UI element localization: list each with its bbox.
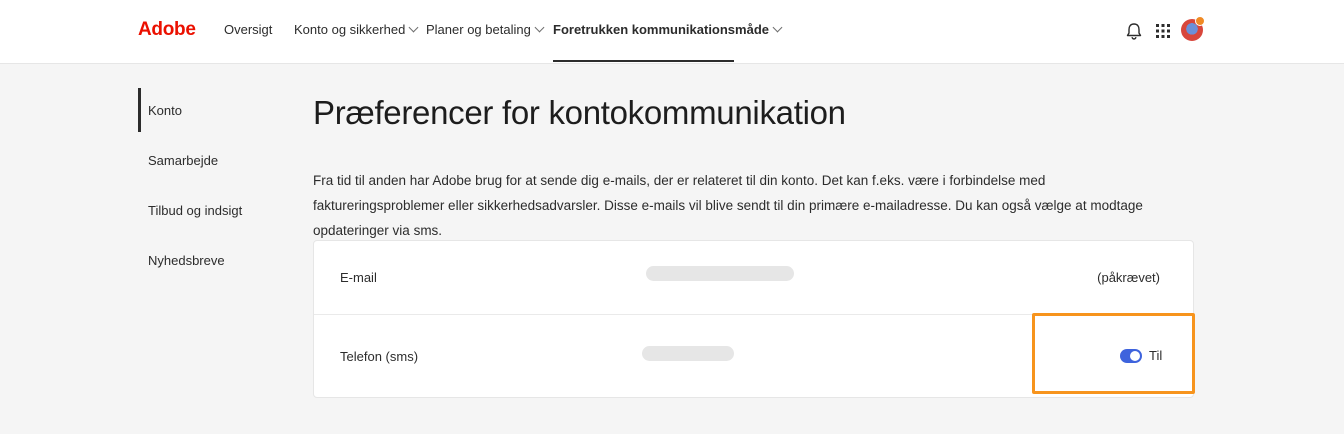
sms-toggle-switch[interactable] [1120,349,1142,363]
communication-preferences-card: E-mail (påkrævet) Telefon (sms) Til [313,240,1194,398]
required-indicator: (påkrævet) [1097,270,1160,285]
nav-oversigt[interactable]: Oversigt [224,22,272,37]
redacted-email-value [646,266,794,281]
sidebar-item-konto[interactable]: Konto [138,88,278,132]
chevron-down-icon [772,22,783,33]
phone-sms-label: Telefon (sms) [340,349,419,364]
sidebar-item-nyhedsbreve[interactable]: Nyhedsbreve [138,238,278,282]
page-title: Præferencer for kontokommunikation [313,94,846,131]
nav-foretrukken-kommunikationsmaade[interactable]: Foretrukken kommunikationsmåde [553,22,783,37]
sidebar-item-label: Nyhedsbreve [148,253,225,268]
nav-kommunikation-label: Foretrukken kommunikationsmåde [553,22,769,37]
sidebar-item-label: Konto [148,103,182,118]
email-label: E-mail [340,270,377,285]
nav-konto-og-sikkerhed[interactable]: Konto og sikkerhed [294,22,419,37]
nav-planer-og-betaling[interactable]: Planer og betaling [426,22,545,37]
notification-dot [1195,16,1205,26]
nav-konto-label: Konto og sikkerhed [294,22,406,37]
top-navigation-bar: Adobe Oversigt Konto og sikkerhed Planer… [0,0,1344,64]
adobe-logo[interactable]: Adobe [138,19,196,41]
nav-planer-label: Planer og betaling [426,22,531,37]
sidebar-item-label: Samarbejde [148,153,219,168]
sidebar-item-label: Tilbud og indsigt [148,203,243,218]
nav-oversigt-label: Oversigt [224,22,273,37]
email-row: E-mail (påkrævet) [314,241,1193,315]
page-description: Fra tid til anden har Adobe brug for at … [313,173,1143,238]
sidebar-item-samarbejde[interactable]: Samarbejde [138,138,278,182]
toggle-knob [1130,351,1140,361]
chevron-down-icon [534,22,545,33]
redacted-phone-value [642,346,734,361]
chevron-down-icon [408,22,419,33]
phone-sms-row: Telefon (sms) Til [314,315,1193,397]
bell-icon[interactable] [1123,20,1145,42]
sms-toggle-label[interactable]: Til [1149,348,1162,363]
apps-grid-icon[interactable] [1152,20,1174,42]
sidebar-item-tilbud-og-indsigt[interactable]: Tilbud og indsigt [138,188,278,232]
active-tab-indicator [553,60,734,62]
